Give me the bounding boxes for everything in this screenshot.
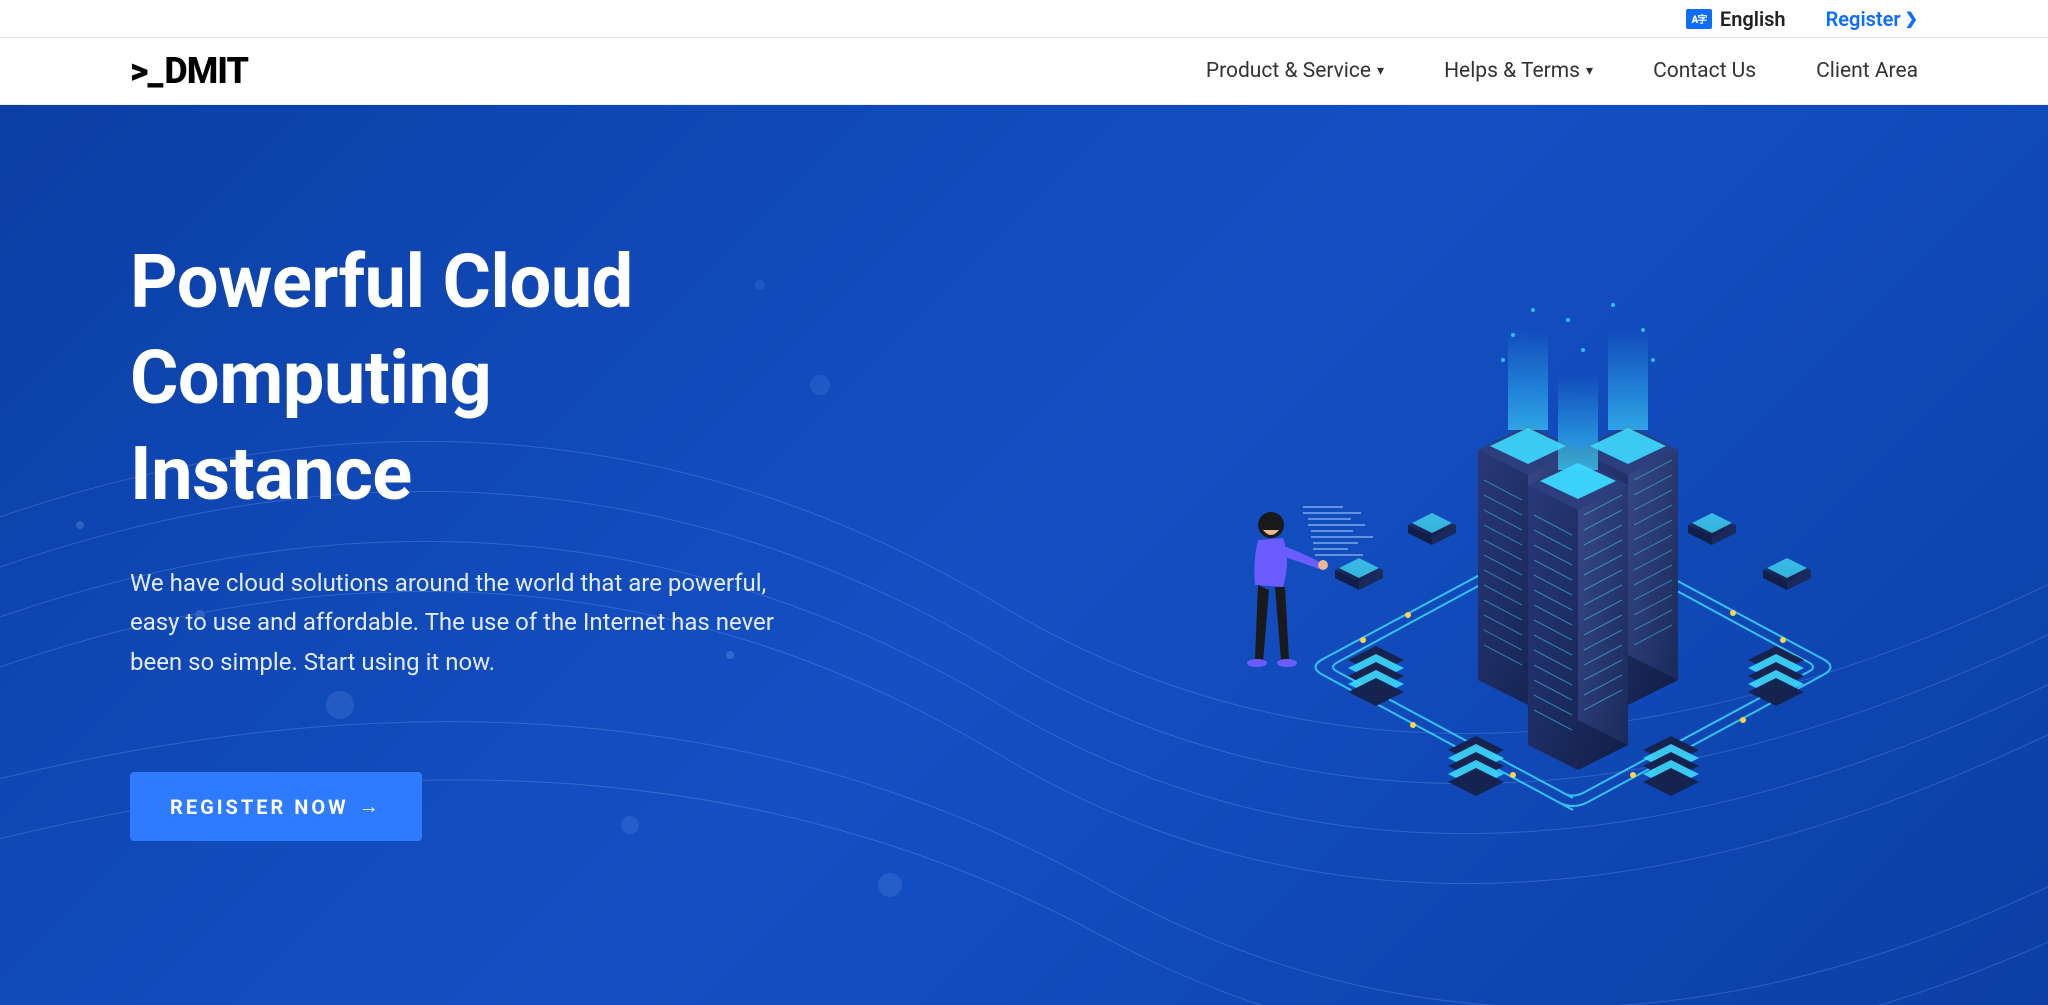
language-label: English: [1720, 7, 1786, 31]
nav-item-client-area[interactable]: Client Area: [1816, 59, 1918, 83]
hero-section: Powerful Cloud Computing Instance We hav…: [0, 105, 2048, 1005]
logo-text: DMIT: [164, 50, 248, 92]
hero-title-line: Computing: [130, 335, 491, 422]
hero-title-line: Instance: [130, 431, 412, 518]
register-label: Register: [1826, 7, 1901, 31]
hero-content: Powerful Cloud Computing Instance We hav…: [0, 105, 900, 841]
hero-subtitle: We have cloud solutions around the world…: [130, 564, 790, 683]
hero-title-line: Powerful Cloud: [130, 239, 633, 326]
logo-prompt-icon: >_: [130, 50, 162, 92]
nav-label: Helps & Terms: [1444, 59, 1580, 83]
brand-logo[interactable]: >_DMIT: [130, 50, 248, 92]
nav-label: Client Area: [1816, 59, 1918, 83]
translate-icon: A字: [1686, 9, 1712, 29]
arrow-right-icon: →: [359, 794, 382, 819]
nav-item-helps-terms[interactable]: Helps & Terms ▾: [1444, 59, 1593, 83]
nav-menu: Product & Service ▾ Helps & Terms ▾ Cont…: [1206, 59, 1918, 83]
register-now-button[interactable]: REGISTER NOW →: [130, 772, 422, 841]
nav-item-product-service[interactable]: Product & Service ▾: [1206, 59, 1384, 83]
chevron-down-icon: ▾: [1586, 63, 1593, 79]
main-nav: >_DMIT Product & Service ▾ Helps & Terms…: [0, 38, 2048, 105]
topbar: A字 English Register ❯: [0, 0, 2048, 38]
nav-label: Product & Service: [1206, 59, 1371, 83]
chevron-right-icon: ❯: [1905, 9, 1918, 28]
language-selector[interactable]: A字 English: [1686, 7, 1786, 31]
nav-label: Contact Us: [1653, 59, 1756, 83]
server-illustration: [1213, 280, 1933, 860]
nav-item-contact-us[interactable]: Contact Us: [1653, 59, 1756, 83]
register-link[interactable]: Register ❯: [1826, 7, 1918, 31]
chevron-down-icon: ▾: [1377, 63, 1384, 79]
hero-title: Powerful Cloud Computing Instance: [130, 235, 900, 524]
cta-label: REGISTER NOW: [170, 795, 349, 819]
